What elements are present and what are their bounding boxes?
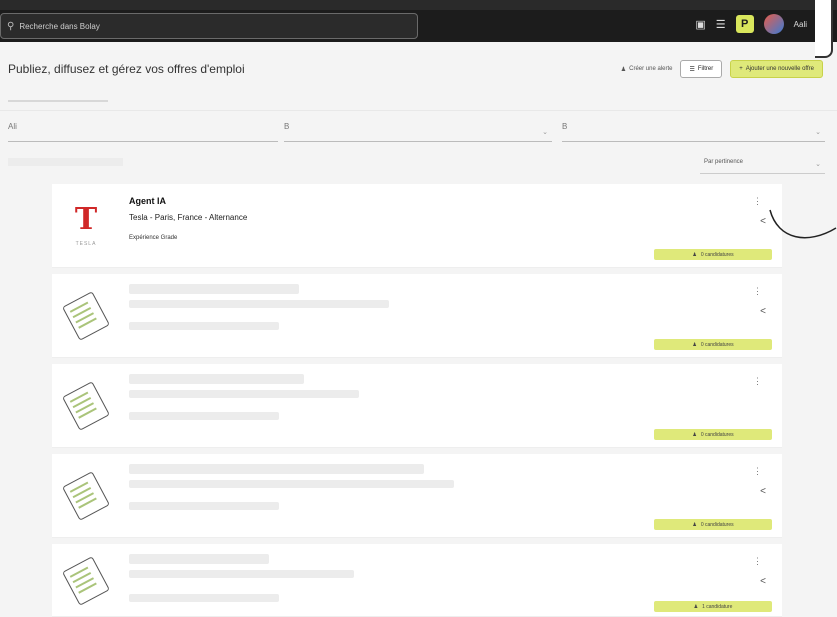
company-logo [52,364,120,448]
chevron-down-icon: ⌄ [815,161,821,168]
person-icon: ♟ [692,431,697,438]
share-icon[interactable]: < [760,486,766,497]
blurred-title [129,374,304,384]
person-icon: ♟ [692,251,697,258]
document-icon [62,381,110,431]
company-logo [52,454,120,538]
candidates-count: 1 candidature [702,603,733,610]
filter-field-1[interactable]: Ali [8,118,278,142]
job-subtitle: Tesla - Paris, France - Alternance [129,213,248,222]
candidates-badge[interactable]: ♟ 0 candidatures [654,339,772,350]
job-card[interactable]: ⋮ < ♟ 0 candidatures [52,274,782,358]
filter-field-3-value: B [562,122,568,131]
company-logo [52,544,120,617]
share-icon[interactable]: < [760,576,766,587]
blurred-subtitle [129,390,359,398]
job-card[interactable]: ⋮ < ♟ 1 candidature [52,544,782,617]
tab-3[interactable] [222,88,292,102]
blurred-meta [129,594,279,602]
plus-icon: + [739,66,743,72]
user-name[interactable]: Aali [794,20,807,29]
share-icon[interactable]: < [760,306,766,317]
user-icon: ♟ [620,66,627,73]
filter-field-2-value: B [284,122,290,131]
menu-icon[interactable]: ☰ [716,18,726,31]
document-icon [62,471,110,521]
share-icon[interactable]: < [760,216,766,227]
tab-4[interactable] [314,88,384,102]
candidates-badge[interactable]: ♟ 0 candidatures [654,249,772,260]
filter-field-3[interactable]: B ⌄ [562,118,825,142]
candidates-badge[interactable]: ♟ 0 candidatures [654,519,772,530]
create-alert-label: Créer une alerte [629,66,673,72]
document-icon [62,291,110,341]
create-alert-link[interactable]: ♟ Créer une alerte [621,66,673,73]
topbar-strip [0,0,837,10]
blurred-title [129,284,299,294]
company-logo [52,274,120,358]
more-options-icon[interactable]: ⋮ [753,376,762,387]
popover-edge [815,0,833,58]
company-logo-text: TESLA [75,241,97,247]
header-actions: ♟ Créer une alerte ☰ Filtrer + Ajouter u… [621,60,823,78]
job-card[interactable]: ⋮ ♟ 0 candidatures [52,364,782,448]
add-offer-button[interactable]: + Ajouter une nouvelle offre [730,60,823,78]
candidates-count: 0 candidatures [700,431,734,438]
tab-2[interactable] [130,88,200,102]
more-options-icon[interactable]: ⋮ [753,556,762,567]
job-meta: Expérience Grade [129,235,178,241]
filter-button-label: Filtrer [697,66,714,72]
result-count [8,158,123,166]
filter-icon: ☰ [689,66,695,73]
annotation-arrow [769,209,837,239]
tab-1[interactable] [8,88,108,102]
tabs-divider [0,110,837,111]
blurred-subtitle [129,300,389,308]
filter-field-2[interactable]: B ⌄ [284,118,552,142]
home-icon[interactable]: ▣ [695,18,705,31]
add-offer-label: Ajouter une nouvelle offre [745,66,814,72]
candidates-count: 0 candidatures [700,521,734,528]
person-icon: ♟ [692,521,697,528]
search-icon: ⚲ [7,20,15,32]
job-card[interactable]: T TESLA Agent IA Tesla - Paris, France -… [52,184,782,268]
company-logo: T TESLA [52,184,120,268]
top-navigation-bar: ⚲ Recherche dans Bolay ▣ ☰ P Aali [0,0,837,42]
page-title: Publiez, diffusez et gérez vos offres d'… [8,62,245,76]
job-card[interactable]: ⋮ < ♟ 0 candidatures [52,454,782,538]
search-placeholder: Recherche dans Bolay [19,21,100,31]
chevron-down-icon: ⌄ [542,129,548,136]
candidates-badge[interactable]: ♟ 0 candidatures [654,429,772,440]
filter-button[interactable]: ☰ Filtrer [680,60,723,78]
person-icon: ♟ [692,341,697,348]
sort-select[interactable]: Par pertinence ⌄ [700,154,825,174]
blurred-title [129,464,424,474]
chevron-down-icon: ⌄ [815,129,821,136]
more-options-icon[interactable]: ⋮ [753,466,762,477]
candidates-count: 0 candidatures [700,251,734,258]
avatar[interactable] [763,14,784,34]
candidates-count: 0 candidatures [700,341,734,348]
tabs [8,88,384,102]
more-options-icon[interactable]: ⋮ [753,286,762,297]
person-icon: ♟ [693,603,699,610]
blurred-subtitle [129,570,354,578]
document-icon [62,555,110,606]
tesla-logo-icon: T [74,202,98,237]
filter-field-1-value: Ali [8,122,17,131]
sort-value: Par pertinence [704,159,744,165]
more-options-icon[interactable]: ⋮ [753,196,762,207]
app-logo-icon[interactable]: P [735,15,754,33]
blurred-meta [129,412,279,420]
candidates-badge[interactable]: ♟ 1 candidature [654,601,772,612]
blurred-meta [129,322,279,330]
blurred-title [129,554,269,564]
search-input[interactable]: ⚲ Recherche dans Bolay [0,13,418,39]
blurred-subtitle [129,480,454,488]
job-title[interactable]: Agent IA [129,196,166,206]
blurred-meta [129,502,279,510]
